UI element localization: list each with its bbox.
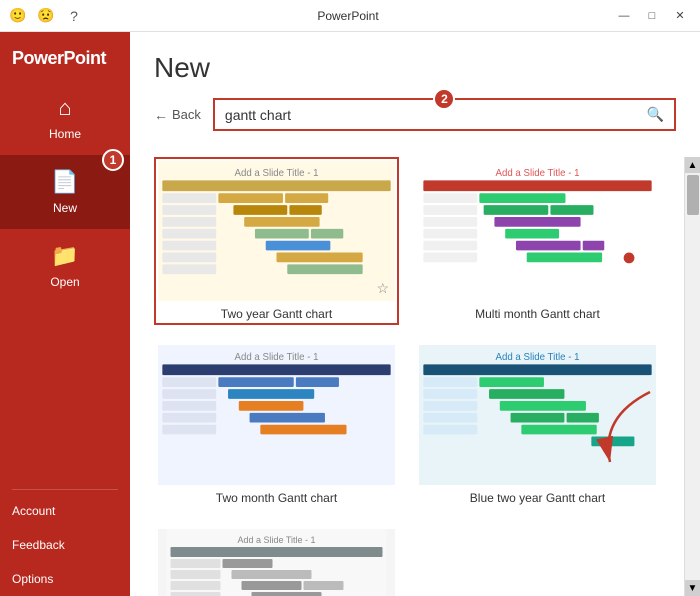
search-input[interactable] [225, 107, 647, 123]
favorite-star-icon[interactable]: ☆ [376, 280, 389, 297]
sidebar-item-feedback[interactable]: Feedback [0, 528, 130, 562]
main-layout: PowerPoint ⌂ Home 1 📄 New 📁 Open Account… [0, 32, 700, 596]
template-card-two-year-gantt[interactable]: Add a Slide Title - 1 [154, 157, 399, 325]
template-card-blue-two-year-gantt[interactable]: Add a Slide Title - 1 [415, 341, 660, 509]
template-label-two-month-gantt: Two month Gantt chart [216, 491, 337, 505]
sidebar-open-label: Open [50, 275, 79, 289]
template-label-two-year-gantt: Two year Gantt chart [221, 307, 332, 321]
help-icon[interactable]: ? [64, 8, 84, 24]
sidebar-home-label: Home [49, 127, 81, 141]
back-button[interactable]: ← Back [154, 107, 201, 123]
search-badge-2: 2 [433, 88, 455, 110]
open-folder-icon: 📁 [51, 243, 78, 269]
templates-area: Add a Slide Title - 1 [130, 157, 700, 596]
template-thumb-two-month-gantt: Add a Slide Title - 1 [158, 345, 395, 485]
sidebar-item-home[interactable]: ⌂ Home [0, 81, 130, 155]
svg-text:Add a Slide Title - 1: Add a Slide Title - 1 [495, 168, 579, 179]
page-title: New [154, 52, 676, 84]
templates-grid: Add a Slide Title - 1 [130, 157, 684, 596]
new-icon: 📄 [51, 169, 78, 195]
template-card-two-month-gantt[interactable]: Add a Slide Title - 1 [154, 341, 399, 509]
content-area: New ← Back 2 🔍 [130, 32, 700, 596]
emoji-sad-icon[interactable]: 😟 [36, 7, 56, 24]
scrollbar-down-button[interactable]: ▼ [685, 580, 700, 596]
close-button[interactable]: ✕ [668, 6, 692, 26]
template-thumb-multi-month-gantt: Add a Slide Title - 1 [419, 161, 656, 301]
scrollbar-track: ▲ ▼ [684, 157, 700, 596]
svg-text:Add a Slide Title - 1: Add a Slide Title - 1 [237, 535, 315, 545]
scrollbar-up-button[interactable]: ▲ [685, 157, 700, 173]
sidebar-item-new[interactable]: 1 📄 New [0, 155, 130, 229]
template-thumb-two-year-gantt: Add a Slide Title - 1 [158, 161, 395, 301]
back-arrow-icon: ← [154, 107, 168, 123]
sidebar-item-open[interactable]: 📁 Open [0, 229, 130, 303]
search-row: ← Back 2 🔍 [154, 98, 676, 131]
search-container: 2 🔍 [213, 98, 676, 131]
app-logo: PowerPoint [0, 32, 130, 81]
emoji-happy-icon[interactable]: 🙂 [8, 7, 28, 24]
template-card-multi-month-gantt[interactable]: Add a Slide Title - 1 [415, 157, 660, 325]
search-magnifier-icon[interactable]: 🔍 [647, 106, 664, 123]
template-thumb-blue-two-year-gantt: Add a Slide Title - 1 [419, 345, 656, 485]
template-card-five-year-gantt[interactable]: Add a Slide Title - 1 [154, 525, 399, 596]
sidebar-divider [12, 489, 118, 490]
template-thumb-five-year-gantt: Add a Slide Title - 1 [158, 529, 395, 596]
template-label-blue-two-year-gantt: Blue two year Gantt chart [470, 491, 605, 505]
sidebar-spacer [0, 303, 130, 485]
sidebar-badge-1: 1 [102, 149, 124, 171]
window-title: PowerPoint [84, 9, 612, 23]
template-label-multi-month-gantt: Multi month Gantt chart [475, 307, 600, 321]
sidebar-new-label: New [53, 201, 77, 215]
back-label: Back [172, 107, 201, 122]
minimize-button[interactable]: — [612, 6, 636, 26]
titlebar: 🙂 😟 ? PowerPoint — □ ✕ [0, 0, 700, 32]
svg-text:Add a Slide Title - 1: Add a Slide Title - 1 [495, 352, 579, 363]
svg-text:Add a Slide Title - 1: Add a Slide Title - 1 [234, 352, 318, 363]
titlebar-left: 🙂 😟 ? [8, 7, 84, 24]
svg-text:Add a Slide Title - 1: Add a Slide Title - 1 [234, 168, 318, 179]
restore-button[interactable]: □ [640, 6, 664, 26]
scrollbar-thumb[interactable] [687, 175, 699, 215]
sidebar: PowerPoint ⌂ Home 1 📄 New 📁 Open Account… [0, 32, 130, 596]
home-icon: ⌂ [58, 95, 71, 121]
window-controls: — □ ✕ [612, 6, 692, 26]
content-header: New ← Back 2 🔍 [130, 32, 700, 157]
sidebar-item-account[interactable]: Account [0, 494, 130, 528]
sidebar-item-options[interactable]: Options [0, 562, 130, 596]
